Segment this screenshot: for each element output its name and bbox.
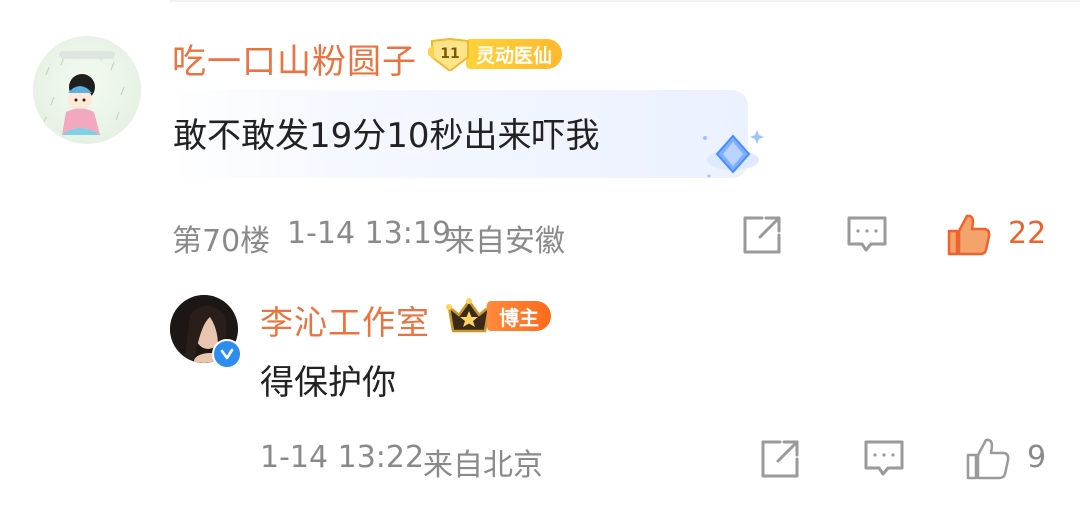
floor-number: 第70楼 — [172, 224, 271, 259]
thumbs-up-icon[interactable] — [965, 435, 1010, 480]
title-badge: 灵动医仙 — [466, 39, 563, 69]
comment-icon[interactable] — [862, 437, 906, 481]
crown-icon — [446, 298, 492, 333]
blogger-badge: 博主 — [445, 298, 551, 334]
reply-like-count: 9 — [1027, 440, 1047, 475]
reply-author-name[interactable]: 李沁工作室 — [260, 296, 430, 344]
comment-author[interactable]: 吃一口山粉圆子 — [172, 34, 417, 83]
blogger-badge-label: 博主 — [487, 301, 551, 331]
level-number: 11 — [440, 46, 460, 62]
comment-text: 敢不敢发19分10秒出来吓我 — [173, 116, 600, 156]
level-shield-icon: 11 — [428, 37, 472, 73]
comment-location: 来自安徽 — [445, 224, 565, 259]
comment-timestamp: 1-14 13:19 — [287, 216, 452, 251]
like-count: 22 — [1008, 216, 1047, 251]
user-level-badge[interactable]: 11 灵动医仙 — [428, 37, 563, 73]
share-icon[interactable] — [758, 437, 802, 481]
verified-icon — [212, 339, 242, 369]
share-icon[interactable] — [740, 213, 784, 257]
thumbs-up-icon[interactable] — [946, 211, 991, 256]
reply-location: 来自北京 — [423, 448, 543, 483]
reply-text: 得保护你 — [260, 363, 396, 403]
commenter-avatar[interactable] — [33, 36, 141, 144]
diamond-icon — [695, 128, 770, 183]
top-divider — [170, 0, 1080, 2]
reply-timestamp: 1-14 13:22 — [260, 440, 425, 475]
comment-icon[interactable] — [845, 213, 889, 257]
